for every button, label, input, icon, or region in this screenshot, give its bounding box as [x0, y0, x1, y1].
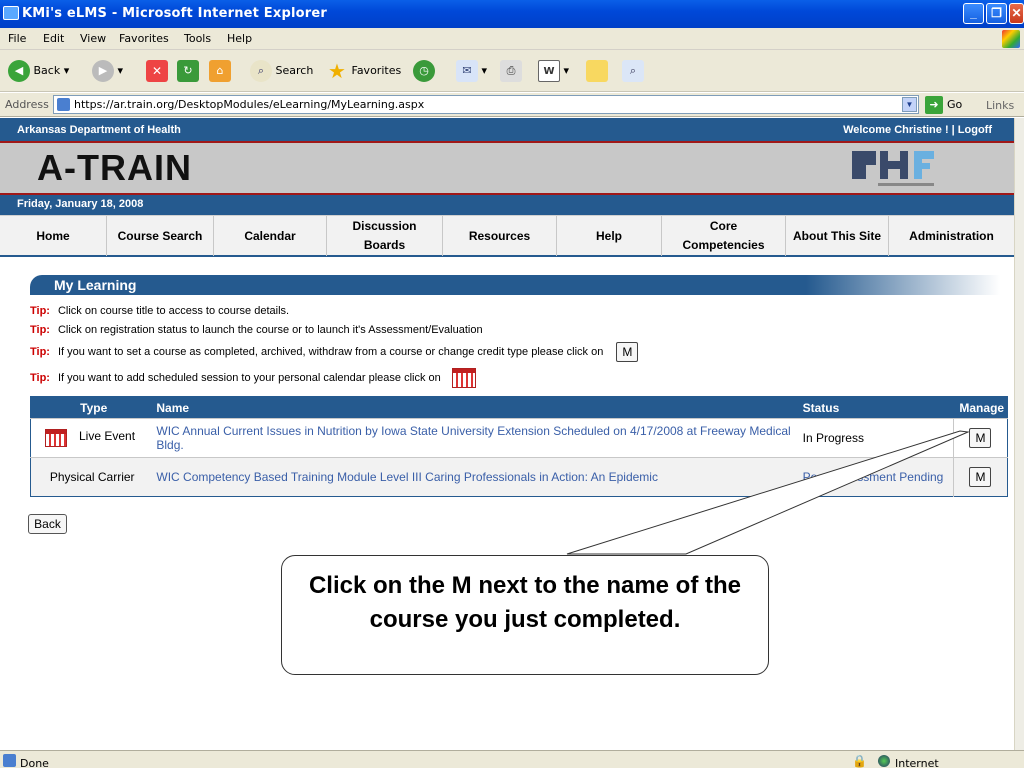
- lock-icon: 🔒: [852, 754, 867, 768]
- globe-icon: [878, 755, 890, 767]
- page-status-icon: [3, 754, 16, 767]
- status-bar: Done 🔒 Internet: [0, 750, 1024, 770]
- instruction-callout: Click on the M next to the name of the c…: [281, 555, 769, 675]
- zone-text: Internet: [895, 757, 939, 770]
- vertical-scrollbar[interactable]: [1014, 118, 1024, 750]
- status-text: Done: [20, 757, 49, 770]
